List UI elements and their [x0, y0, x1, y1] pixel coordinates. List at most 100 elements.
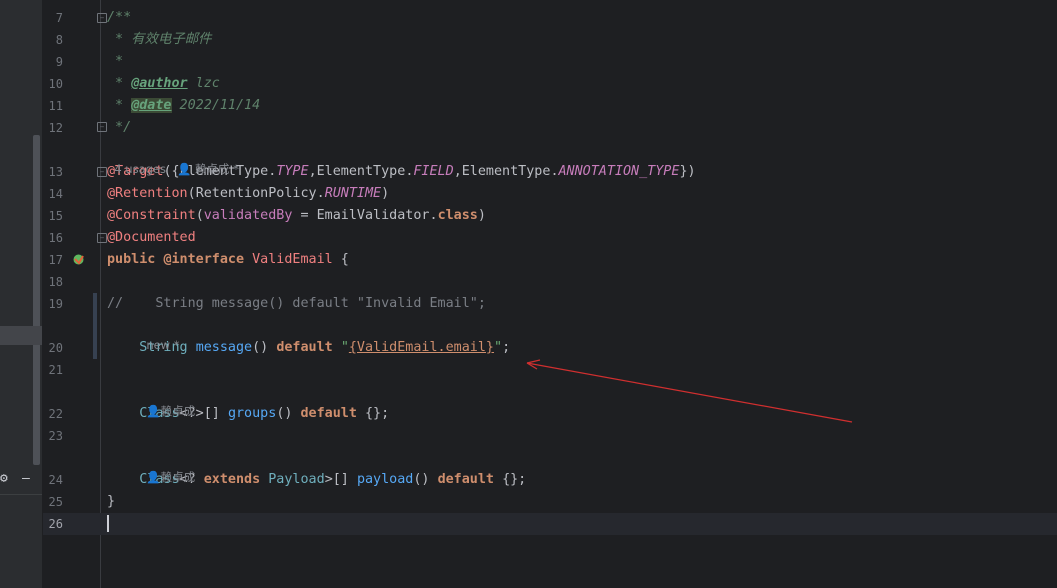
code-token: message: [195, 340, 253, 355]
line-number: 9: [55, 55, 63, 69]
code-token: (): [252, 340, 277, 355]
code-token: class: [437, 208, 478, 223]
code-token: (: [195, 208, 204, 223]
line-number: 16: [48, 231, 63, 245]
code-text[interactable]: * 有效电子邮件: [107, 29, 212, 51]
code-token: @Retention: [107, 186, 188, 201]
code-token: *: [107, 54, 124, 69]
code-line[interactable]: 17 public @interface ValidEmail {: [43, 249, 1057, 271]
code-line[interactable]: 10 * @author lzc: [43, 73, 1057, 95]
code-token: validatedBy: [203, 208, 293, 223]
author-icon: 👤: [176, 162, 192, 176]
fold-icon[interactable]: −: [97, 122, 107, 132]
line-number: 12: [48, 121, 63, 135]
code-token: }: [107, 494, 116, 509]
code-token: ,: [453, 164, 462, 179]
code-text[interactable]: *: [107, 51, 123, 73]
code-token: =: [292, 208, 317, 223]
code-text[interactable]: /**: [107, 7, 131, 29]
code-line[interactable]: 12 */: [43, 117, 1057, 139]
code-line[interactable]: 8 * 有效电子邮件: [43, 29, 1057, 51]
code-token: ANNOTATION_TYPE: [558, 164, 680, 179]
panel-divider: [0, 494, 42, 495]
code-token: {ValidEmail.email}: [348, 340, 494, 355]
code-token: ): [381, 186, 390, 201]
code-line[interactable]: 11 * @date 2022/11/14: [43, 95, 1057, 117]
line-number: 20: [48, 341, 63, 355]
line-number: 15: [48, 209, 63, 223]
line-number: 19: [48, 297, 63, 311]
code-token: (): [276, 406, 301, 421]
line-number: 11: [48, 99, 63, 113]
sidebar-scrollbar[interactable]: [33, 135, 40, 465]
line-number: 14: [48, 187, 63, 201]
code-text[interactable]: */: [107, 117, 131, 139]
author-icon: 👤: [146, 404, 161, 418]
code-line[interactable]: 9 *: [43, 51, 1057, 73]
author-hint-payload[interactable]: 👤赖卓成: [139, 450, 195, 486]
fold-icon[interactable]: −: [97, 13, 107, 23]
code-line[interactable]: 19 // String message() default "Invalid E…: [43, 293, 1057, 315]
code-text[interactable]: * @author lzc: [107, 73, 220, 95]
code-text[interactable]: * @date 2022/11/14: [107, 95, 260, 117]
code-line[interactable]: 18: [43, 271, 1057, 293]
minimize-icon[interactable]: —: [22, 471, 30, 486]
code-token: ": [340, 340, 349, 355]
code-text[interactable]: [107, 513, 109, 535]
code-token: @Constraint: [107, 208, 196, 223]
code-token: * 有效电子邮件: [107, 32, 212, 47]
code-token: }): [679, 164, 696, 179]
code-line[interactable]: 15 @Constraint(validatedBy = EmailValidat…: [43, 205, 1057, 227]
line-number: 17: [48, 253, 63, 267]
code-text[interactable]: // String message() default "Invalid Ema…: [107, 293, 486, 315]
code-line[interactable]: 26: [43, 513, 1057, 535]
code-token: public: [107, 252, 164, 267]
code-line[interactable]: 21: [43, 359, 1057, 381]
line-number: 22: [48, 407, 63, 421]
line-number: 25: [48, 495, 63, 509]
code-token: .: [316, 186, 325, 201]
author-icon: 👤: [146, 470, 161, 484]
author-hint-groups[interactable]: 👤赖卓成: [139, 384, 195, 420]
code-token: >[]: [324, 472, 357, 487]
code-line[interactable]: 20 String message() default "{ValidEmail…: [43, 337, 1057, 359]
code-line[interactable]: 16 @Documented: [43, 227, 1057, 249]
implemented-icon[interactable]: [72, 253, 85, 266]
code-token: ): [477, 208, 486, 223]
code-token: ,: [308, 164, 317, 179]
line-number: 8: [55, 33, 63, 47]
code-token: extends: [203, 472, 269, 487]
code-token: ElementType: [461, 164, 551, 179]
code-text[interactable]: @Retention(RetentionPolicy.RUNTIME): [107, 183, 389, 205]
code-text[interactable]: }: [107, 491, 115, 513]
code-token: .: [550, 164, 559, 179]
code-token: {};: [502, 472, 527, 487]
code-token: lzc: [187, 76, 220, 91]
line-number: 18: [48, 275, 63, 289]
line-number: 24: [48, 473, 63, 487]
panel-toolbar: ⚙ —: [0, 470, 42, 490]
fold-icon[interactable]: −: [97, 167, 107, 177]
code-line[interactable]: 25}: [43, 491, 1057, 513]
new-hint[interactable]: new *: [139, 318, 179, 354]
gear-icon[interactable]: ⚙: [0, 471, 8, 486]
line-number: 10: [48, 77, 63, 91]
code-text[interactable]: @Documented: [107, 227, 196, 249]
fold-icon[interactable]: −: [97, 233, 107, 243]
code-text[interactable]: @Constraint(validatedBy = EmailValidator…: [107, 205, 486, 227]
code-line[interactable]: 14 @Retention(RetentionPolicy.RUNTIME): [43, 183, 1057, 205]
code-token: .: [429, 208, 438, 223]
code-token: ;: [502, 340, 511, 355]
code-token: RUNTIME: [324, 186, 382, 201]
vcs-change-marker[interactable]: [93, 293, 97, 359]
line-number: 26: [48, 517, 63, 531]
code-line[interactable]: 23: [43, 425, 1057, 447]
code-token: EmailValidator: [316, 208, 430, 223]
code-token: @date: [131, 98, 172, 113]
sidebar-selected-item[interactable]: [0, 326, 42, 345]
code-text[interactable]: public @interface ValidEmail {: [107, 249, 349, 271]
code-token: */: [107, 120, 132, 135]
line-number: 21: [48, 363, 63, 377]
code-line[interactable]: 7 /**: [43, 7, 1057, 29]
usages-hint[interactable]: 4 usages 👤 赖卓成 *: [107, 142, 239, 178]
